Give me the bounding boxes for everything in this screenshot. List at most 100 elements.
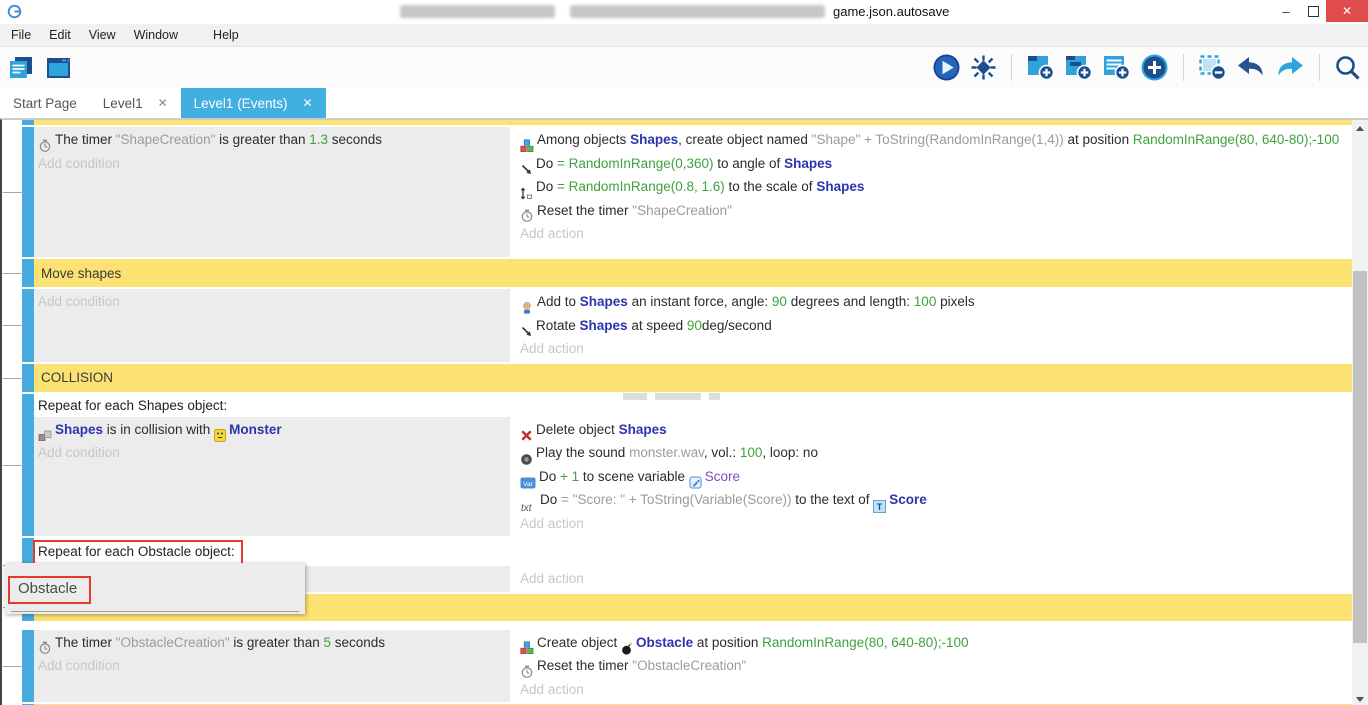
action-line[interactable]: Do = RandomInRange(0,360) to angle of Sh… <box>520 153 1352 177</box>
condition-line[interactable]: Shapes is in collision with Monster <box>38 419 506 443</box>
repeat-header-text: Repeat for each Shapes object: <box>38 398 227 413</box>
scene-editor-icon[interactable] <box>45 55 72 81</box>
add-action-button[interactable]: Add action <box>520 568 1352 590</box>
conditions-cell[interactable]: The timer "ObstacleCreation" is greater … <box>34 630 510 703</box>
text-run: Create object <box>537 635 621 650</box>
tab-level1-events[interactable]: Level1 (Events) ✕ <box>181 88 326 118</box>
triangle-down-icon <box>1356 697 1364 702</box>
event-selection-bar[interactable] <box>22 394 34 537</box>
menu-help[interactable]: Help <box>204 28 248 42</box>
action-line[interactable]: Delete object Shapes <box>520 419 1352 443</box>
debugger-icon[interactable] <box>970 54 997 81</box>
toolbar-separator <box>1011 54 1012 81</box>
actions-cell[interactable]: Create object Obstacle at position Rando… <box>516 630 1352 703</box>
input-underline <box>11 611 299 612</box>
condition-line[interactable]: The timer "ObstacleCreation" is greater … <box>38 632 506 656</box>
highlight-box: Obstacle <box>8 576 91 604</box>
scroll-down-button[interactable] <box>1352 691 1368 705</box>
menu-file[interactable]: File <box>2 28 40 42</box>
search-icon[interactable] <box>1334 54 1362 82</box>
text-run: , loop: no <box>762 445 818 460</box>
event-tree-gutter <box>2 259 22 287</box>
action-line[interactable]: Create object Obstacle at position Rando… <box>520 632 1352 656</box>
text-run: Shapes <box>580 318 628 333</box>
add-action-button[interactable]: Add action <box>520 223 1352 245</box>
event-tree-gutter <box>2 630 22 703</box>
action-line[interactable]: Add to Shapes an instant force, angle: 9… <box>520 291 1352 315</box>
add-condition-button[interactable]: Add condition <box>38 291 506 313</box>
project-manager-icon[interactable] <box>8 55 35 81</box>
add-new-icon[interactable] <box>1140 53 1169 82</box>
action-line[interactable]: Among objects Shapes, create object name… <box>520 129 1352 153</box>
actions-cell[interactable]: Add action <box>516 566 1352 592</box>
action-line[interactable]: Do = RandomInRange(0.8, 1.6) to the scal… <box>520 176 1352 200</box>
scrollbar-thumb[interactable] <box>1353 271 1367 643</box>
delete-event-icon[interactable] <box>1198 54 1227 81</box>
action-line[interactable]: VarDo + 1 to scene variable Score <box>520 466 1352 490</box>
redo-icon[interactable] <box>1275 55 1305 81</box>
event-selection-bar[interactable] <box>22 630 34 703</box>
minimize-button[interactable]: – <box>1272 0 1300 22</box>
add-action-button[interactable]: Add action <box>520 679 1352 701</box>
timer-icon <box>520 657 534 679</box>
maximize-button[interactable] <box>1300 0 1326 22</box>
add-event-icon[interactable] <box>1026 54 1055 81</box>
actions-cell[interactable]: Among objects Shapes, create object name… <box>516 127 1352 257</box>
vertical-scrollbar[interactable] <box>1352 120 1368 705</box>
text-run: Do <box>540 492 561 507</box>
actions-cell[interactable]: Add to Shapes an instant force, angle: 9… <box>516 289 1352 362</box>
add-condition-button[interactable]: Add condition <box>38 153 506 175</box>
action-line[interactable]: Reset the timer "ShapeCreation" <box>520 200 1352 224</box>
action-line[interactable]: Reset the timer "ObstacleCreation" <box>520 655 1352 679</box>
close-button[interactable]: ✕ <box>1326 0 1368 22</box>
comment-block[interactable]: COLLISION <box>34 364 1352 392</box>
repeat-header[interactable]: Repeat for each Obstacle object: <box>34 538 1352 566</box>
play-button-icon[interactable] <box>932 53 961 82</box>
conditions-cell[interactable]: Add condition <box>34 289 510 362</box>
object-name-field[interactable]: Obstacle <box>18 580 77 597</box>
event-selection-bar[interactable] <box>22 259 34 287</box>
event-selection-bar[interactable] <box>22 127 34 257</box>
repeat-header-text: Repeat for each Obstacle object: <box>38 544 235 559</box>
event-selection-bar[interactable] <box>22 364 34 392</box>
text-run: Shapes <box>784 156 832 171</box>
text-run: , create object named <box>678 132 812 147</box>
monster-icon <box>214 421 226 443</box>
event-tree-gutter <box>2 120 22 125</box>
text-run: an instant force, angle: <box>628 294 772 309</box>
text-run: = RandomInRange(0,360) <box>557 156 713 171</box>
menu-view[interactable]: View <box>80 28 125 42</box>
tab-level1-scene[interactable]: Level1 ✕ <box>90 88 181 118</box>
actions-cell[interactable]: Delete object ShapesPlay the sound monst… <box>516 417 1352 537</box>
tab-start-page[interactable]: Start Page <box>0 88 90 118</box>
action-line[interactable]: Rotate Shapes at speed 90deg/second <box>520 315 1352 339</box>
add-action-button[interactable]: Add action <box>520 338 1352 360</box>
add-action-button[interactable]: Add action <box>520 513 1352 535</box>
add-condition-button[interactable]: Add condition <box>38 655 506 677</box>
text-run: , vol.: <box>704 445 740 460</box>
text-run: "Shape" + ToString(RandomInRange(1,4)) <box>812 132 1064 147</box>
text-run: to the text of <box>791 492 873 507</box>
add-condition-button[interactable]: Add condition <box>38 442 506 464</box>
menu-edit[interactable]: Edit <box>40 28 80 42</box>
event-selection-bar[interactable] <box>22 120 34 125</box>
comment-block[interactable]: Move shapes <box>34 259 1352 287</box>
tab-close-icon[interactable]: ✕ <box>158 96 168 110</box>
action-line[interactable]: txtDo = "Score: " + ToString(Variable(Sc… <box>520 489 1352 513</box>
condition-line[interactable]: The timer "ShapeCreation" is greater tha… <box>38 129 506 153</box>
text-run: Obstacle <box>636 635 693 650</box>
redacted-title-blur <box>570 5 825 18</box>
conditions-cell[interactable]: Shapes is in collision with MonsterAdd c… <box>34 417 510 537</box>
tab-close-icon[interactable]: ✕ <box>302 96 312 110</box>
event-selection-bar[interactable] <box>22 289 34 362</box>
undo-icon[interactable] <box>1236 55 1266 81</box>
conditions-cell[interactable]: The timer "ShapeCreation" is greater tha… <box>34 127 510 257</box>
add-comment-icon[interactable] <box>1102 54 1131 81</box>
text-run: Monster <box>229 422 282 437</box>
redacted-title-blur <box>400 5 555 18</box>
add-subevent-icon[interactable] <box>1064 54 1093 81</box>
text-run: = RandomInRange(0.8, 1.6) <box>557 179 725 194</box>
scroll-up-button[interactable] <box>1352 120 1368 136</box>
menu-window[interactable]: Window <box>125 28 190 42</box>
action-line[interactable]: Play the sound monster.wav, vol.: 100, l… <box>520 442 1352 466</box>
